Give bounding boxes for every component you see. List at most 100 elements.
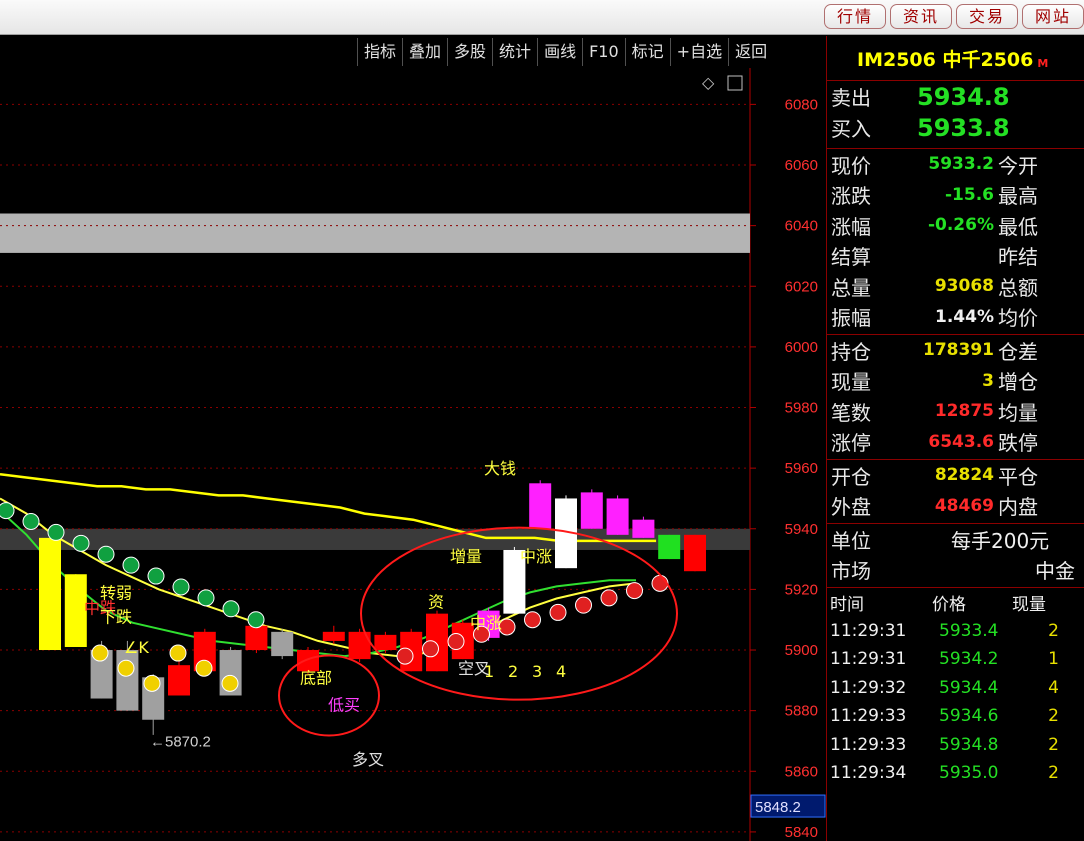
short-signal-icon <box>97 545 115 563</box>
tick-row: 11:29:33 5934.6 2 <box>827 702 1084 731</box>
short-signal-icon <box>122 556 140 574</box>
chart-annotation: 下跌 <box>100 608 132 627</box>
tab-news[interactable]: 资讯 <box>889 4 952 29</box>
chart-annotation: 2 <box>508 662 518 681</box>
short-signal-icon <box>22 512 40 530</box>
short-signal-icon <box>222 600 240 618</box>
price-tick-label: 5960 <box>785 460 818 477</box>
stat-label-2: 平仓 <box>998 464 1038 489</box>
ask-row: 卖出 5934.8 <box>827 81 1084 112</box>
candle[interactable] <box>39 537 61 651</box>
stat-label-2: 跌停 <box>998 431 1038 456</box>
stat-label: 笔数 <box>831 400 871 425</box>
candle[interactable] <box>658 534 681 560</box>
stat-value: 3 <box>982 370 994 391</box>
toolbar-multi-stock-button[interactable]: 多股 <box>447 38 492 66</box>
candle[interactable] <box>684 534 706 572</box>
tab-market[interactable]: 行情 <box>823 4 886 29</box>
candle[interactable] <box>322 631 345 641</box>
stat-label-2: 最低 <box>998 214 1038 239</box>
tick-time: 11:29:34 <box>830 763 907 784</box>
stat-value: 12875 <box>934 401 994 422</box>
candle[interactable] <box>271 631 294 657</box>
toolbar-overlay-button[interactable]: 叠加 <box>402 38 447 66</box>
stat-row: 涨幅 -0.26% 最低 <box>827 210 1084 241</box>
stat-label: 总量 <box>831 275 871 300</box>
stat-value: 48469 <box>934 495 994 516</box>
stat-label: 结算 <box>831 245 871 270</box>
stat-label-2: 仓差 <box>998 339 1038 364</box>
stat-label: 开仓 <box>831 464 871 489</box>
candle[interactable] <box>632 519 655 538</box>
chart-annotation: 中涨 <box>470 614 502 633</box>
short-signal-icon <box>72 534 90 552</box>
candle[interactable] <box>374 634 397 651</box>
toolbar-add-watchlist-button[interactable]: +自选 <box>669 38 728 66</box>
kline-chart[interactable]: 6080 6060 6040 6020 6000 5980 5960 5940 5920 5900… <box>0 68 826 841</box>
short-signal-icon <box>47 523 65 541</box>
chart-band <box>0 213 750 253</box>
short-signal-icon <box>172 578 190 596</box>
tick-price: 5933.4 <box>939 620 999 641</box>
stat-value: 5933.2 <box>928 154 994 175</box>
panel-toggle-icon[interactable] <box>727 75 743 91</box>
open-close-stats: 开仓 82824 平仓 外盘 48469 内盘 <box>827 460 1084 521</box>
face-icon <box>221 674 239 692</box>
low-price-marker: ←5870.2 <box>150 733 211 750</box>
candle[interactable] <box>529 483 552 529</box>
tick-time: 11:29:33 <box>830 706 907 727</box>
stat-row: 笔数 12875 均量 <box>827 396 1084 427</box>
tick-volume: 1 <box>1048 649 1059 670</box>
stat-row: 结算 昨结 <box>827 241 1084 272</box>
long-signal-icon <box>651 574 669 592</box>
toolbar-mark-button[interactable]: 标记 <box>624 38 670 66</box>
stat-row: 现量 3 增仓 <box>827 366 1084 397</box>
position-stats: 持仓 178391 仓差 现量 3 增仓 笔数 12875 均量 涨停 6543.6 跌停 <box>827 335 1084 457</box>
short-signal-icon <box>197 589 215 607</box>
toolbar-back-button[interactable]: 返回 <box>728 38 773 66</box>
long-signal-icon <box>600 589 618 607</box>
candle[interactable] <box>606 498 629 535</box>
unit-row: 单位 每手200元 <box>827 524 1084 555</box>
candle[interactable] <box>245 625 268 651</box>
toolbar-indicator-button[interactable]: 指标 <box>357 38 402 66</box>
ticks-header-volume: 现量 <box>1012 594 1046 615</box>
kline-chart-svg[interactable]: 6080 6060 6040 6020 6000 5980 5960 5940 5920 5900… <box>0 68 826 841</box>
short-signal-icon <box>0 502 15 520</box>
face-icon <box>195 659 213 677</box>
price-tick-label: 6000 <box>785 339 818 356</box>
stat-label-2: 总额 <box>998 275 1038 300</box>
bid-price: 5933.8 <box>917 113 1010 142</box>
candle[interactable] <box>580 492 603 529</box>
tick-price: 5934.8 <box>939 734 999 755</box>
contract-suffix: M <box>1037 56 1049 70</box>
candle[interactable] <box>168 665 190 696</box>
tick-volume: 4 <box>1048 677 1059 698</box>
tab-website[interactable]: 网站 <box>1021 4 1084 29</box>
market-row: 市场 中金 <box>827 555 1084 586</box>
tick-volume: 2 <box>1048 734 1059 755</box>
ticks-header: 时间 价格 现量 <box>827 588 1084 617</box>
stat-label: 涨幅 <box>831 214 871 239</box>
candle[interactable] <box>116 650 139 711</box>
current-price-label: 5848.2 <box>755 799 801 816</box>
tab-trade[interactable]: 交易 <box>955 4 1018 29</box>
contract-title: IM2506 中千2506 M <box>827 36 1084 80</box>
toolbar-draw-line-button[interactable]: 画线 <box>537 38 582 66</box>
toolbar-statistics-button[interactable]: 统计 <box>492 38 537 66</box>
tick-price: 5934.2 <box>939 649 999 670</box>
diamond-icon[interactable]: ◇ <box>702 73 715 92</box>
face-icon <box>91 644 109 662</box>
ask-label: 卖出 <box>831 86 871 110</box>
tick-row: 11:29:31 5934.2 1 <box>827 645 1084 674</box>
toolbar-f10-button[interactable]: F10 <box>582 38 625 66</box>
stat-row: 涨跌 -15.6 最高 <box>827 180 1084 211</box>
chart-annotation: 底部 <box>300 668 332 687</box>
stat-value: 178391 <box>923 340 994 361</box>
stat-value: 6543.6 <box>928 431 994 452</box>
stat-row: 开仓 82824 平仓 <box>827 460 1084 491</box>
price-tick-label: 5920 <box>785 581 818 598</box>
chart-annotation: 资 <box>428 593 444 612</box>
tick-list[interactable]: 11:29:31 5933.4 2 11:29:31 5934.2 1 11:29:32 59… <box>827 617 1084 788</box>
face-icon <box>117 659 135 677</box>
